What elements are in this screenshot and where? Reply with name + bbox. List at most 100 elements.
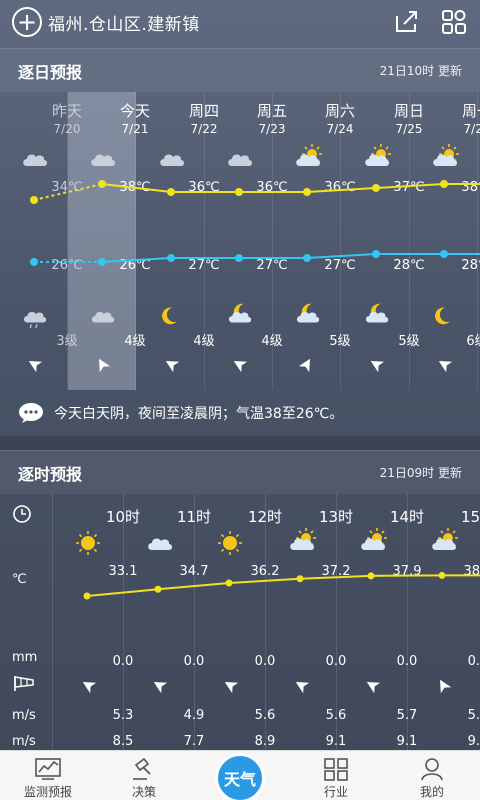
- hour-temp: 38.0: [463, 564, 480, 579]
- daily-update-time: 21日10时 更新: [379, 64, 462, 78]
- daily-title: 逐日预报: [18, 62, 83, 82]
- day-name: 周日: [393, 102, 424, 120]
- hour-column[interactable]: 13时 37.2 0.0 5.6 9.1: [265, 494, 353, 750]
- wind-direction-icon: [224, 682, 239, 694]
- tab-mine[interactable]: 我的: [384, 751, 480, 800]
- day-date: 7/26: [463, 122, 480, 136]
- gavel-icon: [133, 757, 151, 780]
- tab-mine-label: 我的: [419, 785, 444, 799]
- hourly-forecast[interactable]: ℃ mm m/s m/s 10时 33.1 0.0 5.3 8.5 11时 34.7 0.0 4…: [0, 494, 480, 750]
- day-wind-level: 4级: [193, 334, 215, 349]
- wind-direction-icon: [233, 361, 248, 373]
- wind-direction-icon: [153, 682, 168, 694]
- grid-menu-icon[interactable]: [440, 8, 468, 36]
- day-date: 7/22: [190, 122, 218, 136]
- day-high-temp: 36℃: [324, 180, 356, 195]
- day-low-temp: 27℃: [324, 258, 356, 273]
- day-name: 今天: [119, 102, 150, 120]
- wind-direction-icon: [295, 682, 310, 694]
- night-cloudy-icon: [228, 303, 252, 323]
- hourly-row-labels: ℃ mm m/s m/s: [0, 494, 50, 750]
- cloudy-icon: [91, 154, 115, 166]
- tab-monitor-label: 监测预报: [23, 785, 72, 799]
- hour-column[interactable]: 11时 34.7 0.0 4.9 7.7: [123, 494, 211, 750]
- day-high-temp: 37℃: [393, 180, 425, 195]
- day-high-temp: 38℃: [119, 180, 151, 195]
- apps-icon: [324, 758, 348, 781]
- chat-bubble-icon: [19, 403, 43, 423]
- wind-direction-icon: [28, 361, 43, 373]
- tab-monitor[interactable]: 监测预报: [0, 751, 96, 800]
- add-location-icon[interactable]: +: [12, 7, 42, 37]
- day-high-temp: 38℃: [461, 180, 480, 195]
- daily-header: 逐日预报 21日10时 更新: [0, 48, 480, 92]
- day-low-temp: 26℃: [51, 258, 83, 273]
- day-wind-level: 4级: [124, 334, 146, 349]
- tab-decision[interactable]: 决策: [96, 751, 192, 800]
- cloudy-icon: [228, 154, 252, 166]
- wind-direction-icon: [370, 361, 385, 373]
- weather-summary: 今天白天阴，夜间至凌晨阴；气温38至26℃。: [0, 390, 480, 436]
- day-wind-level: 3级: [56, 334, 78, 349]
- share-icon[interactable]: [394, 8, 420, 34]
- hour-column[interactable]: 14时 37.9 0.0 5.7 9.1: [336, 494, 424, 750]
- day-low-temp: 27℃: [188, 258, 220, 273]
- sun-cloud-icon: [361, 528, 387, 550]
- daily-forecast[interactable]: 周一 7/26 38℃ 28℃ 6级 周日 7/25 37℃ 28℃ 5级 周六 7/24 36℃ 27℃…: [0, 92, 480, 390]
- wind-direction-icon: [165, 361, 180, 373]
- day-date: 7/20: [53, 122, 81, 136]
- day-high-temp: 34℃: [51, 180, 83, 195]
- day-name: 周五: [256, 102, 287, 120]
- tab-decision-label: 决策: [131, 785, 156, 799]
- location-title[interactable]: 福州.仓山区.建新镇: [48, 10, 200, 35]
- wind-direction-icon: [438, 361, 453, 373]
- day-date: 7/24: [326, 122, 354, 136]
- summary-text: 今天白天阴，夜间至凌晨阴；气温38至26℃。: [54, 406, 344, 422]
- day-column[interactable]: 昨天 7/20 34℃ 26℃ 3级: [0, 92, 83, 390]
- hour-rain: 0.0: [467, 654, 480, 669]
- temp-unit-label: ℃: [12, 572, 27, 587]
- day-name: 周六: [324, 102, 355, 120]
- wind-direction-icon: [366, 682, 381, 694]
- moon-icon: [435, 307, 450, 325]
- windsock-icon: [14, 676, 34, 691]
- day-low-temp: 28℃: [393, 258, 425, 273]
- hour-column[interactable]: 15时 38.0 0.0 5.5 9.0: [407, 494, 480, 750]
- weather-center-icon[interactable]: 天气: [215, 753, 265, 800]
- chart-icon: [35, 758, 61, 780]
- wind-direction-icon: [99, 358, 111, 373]
- wind-direction-icon: [440, 679, 452, 694]
- wind-direction-icon: [82, 682, 97, 694]
- hourly-title: 逐时预报: [18, 464, 83, 484]
- day-wind-level: 6级: [466, 334, 480, 349]
- hour-column[interactable]: 10时 33.1 0.0 5.3 8.5: [52, 494, 140, 750]
- sun-cloud-icon: [296, 144, 322, 166]
- hourly-update-time: 21日09时 更新: [379, 466, 462, 480]
- day-high-temp: 36℃: [188, 180, 220, 195]
- day-date: 7/25: [395, 122, 423, 136]
- day-low-temp: 26℃: [119, 258, 151, 273]
- hour-column[interactable]: 12时 36.2 0.0 5.6 8.9: [194, 494, 282, 750]
- sun-cloud-icon: [432, 528, 458, 550]
- gust-speed-unit-label: m/s: [12, 734, 36, 749]
- section-divider: [0, 436, 480, 450]
- sun-icon: [218, 531, 242, 555]
- night-cloudy-icon: [296, 303, 320, 323]
- clock-icon: [13, 505, 31, 523]
- sun-cloud-icon: [290, 528, 316, 550]
- rain-unit-label: mm: [12, 650, 38, 665]
- day-low-temp: 28℃: [461, 258, 480, 273]
- bottom-tab-bar: 监测预报 决策 天气 行业 我的: [0, 750, 480, 800]
- cloudy-rain-icon: [23, 311, 47, 329]
- moon-icon: [162, 307, 177, 325]
- tab-industry[interactable]: 行业: [288, 751, 384, 800]
- wind-direction-icon: [298, 358, 310, 373]
- tab-weather[interactable]: 天气: [192, 751, 288, 800]
- hour-gust-speed: 9.0: [467, 734, 480, 749]
- day-wind-level: 5级: [398, 334, 420, 349]
- night-cloudy-icon: [365, 303, 389, 323]
- cloudy-icon: [160, 154, 184, 166]
- day-date: 7/21: [121, 122, 149, 136]
- day-name: 周一: [461, 102, 480, 120]
- sun-icon: [76, 531, 100, 555]
